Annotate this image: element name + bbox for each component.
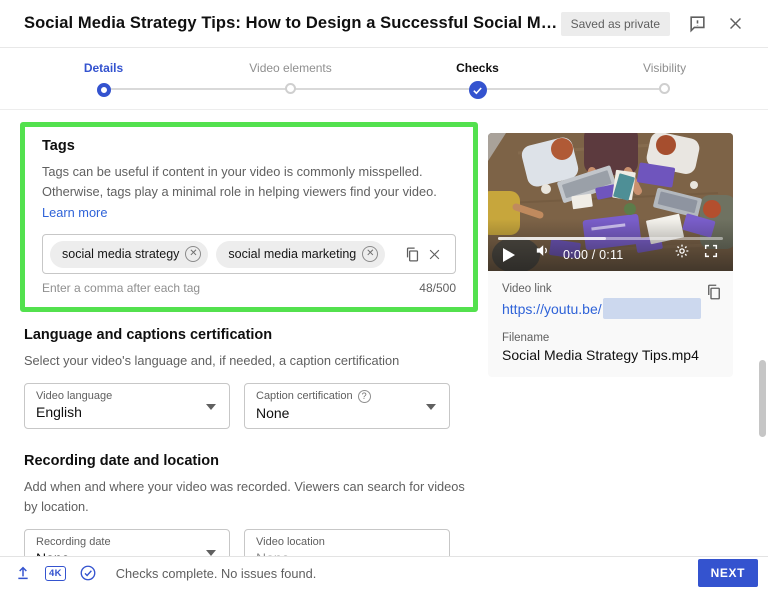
language-heading: Language and captions certification <box>24 327 273 344</box>
close-icon[interactable] <box>724 13 746 35</box>
tags-char-counter: 48/500 <box>419 281 456 296</box>
redacted-video-id <box>602 298 701 319</box>
tag-chip: social media strategy ✕ <box>50 240 209 268</box>
caption-certification-value: None <box>256 404 290 421</box>
video-preview-panel: 0:00 / 0:11 Video link https://youtu.be/ <box>488 133 733 377</box>
player-controls: 0:00 / 0:11 <box>488 240 733 271</box>
language-section: Language and captions certification Sele… <box>24 327 478 429</box>
tags-description-text: Tags can be useful if content in your vi… <box>42 164 437 200</box>
remove-tag-icon[interactable]: ✕ <box>362 246 379 263</box>
video-location-label: Video location <box>256 535 325 548</box>
step-dot-done <box>96 83 111 97</box>
player-time: 0:00 / 0:11 <box>563 248 624 262</box>
language-subtext: Select your video's language and, if nee… <box>24 353 400 369</box>
tag-chip-label: social media marketing <box>228 247 357 262</box>
help-icon[interactable]: ? <box>357 389 371 403</box>
step-label: Checks <box>456 61 499 75</box>
step-details[interactable]: Details <box>10 48 197 109</box>
play-icon[interactable] <box>503 248 515 262</box>
upload-stepper: Details Video elements Checks Visibility <box>0 48 768 110</box>
copy-tags-icon[interactable] <box>401 243 423 265</box>
video-location-input[interactable]: Video location None <box>244 528 450 556</box>
chevron-down-icon <box>206 403 216 410</box>
tags-hint: Enter a comma after each tag <box>42 281 201 296</box>
tags-description: Tags can be useful if content in your vi… <box>42 162 456 223</box>
saved-status-badge: Saved as private <box>560 11 670 36</box>
next-button[interactable]: NEXT <box>697 559 758 587</box>
filename-label: Filename <box>502 332 550 344</box>
step-video-elements[interactable]: Video elements <box>197 48 384 109</box>
step-dot-upcoming <box>285 83 296 94</box>
step-dot-current <box>468 81 487 99</box>
video-info: Video link https://youtu.be/ Filename So… <box>488 271 733 377</box>
step-label: Visibility <box>642 61 687 75</box>
caption-certification-label: Caption certification <box>256 390 353 403</box>
fullscreen-icon[interactable] <box>703 243 719 264</box>
checks-status-text: Checks complete. No issues found. <box>115 565 317 581</box>
tag-chip: social media marketing ✕ <box>216 240 386 268</box>
footer-bar: 4K Checks complete. No issues found. NEX… <box>0 556 768 589</box>
tags-heading: Tags <box>42 138 75 154</box>
clear-tags-icon[interactable] <box>423 243 445 265</box>
check-icon <box>473 86 482 94</box>
filename-value: Social Media Strategy Tips.mp4 <box>502 347 699 363</box>
scrollbar[interactable] <box>759 360 766 437</box>
recording-date-label: Recording date <box>36 535 111 548</box>
video-language-value: English <box>36 403 82 420</box>
recording-section: Recording date and location Add when and… <box>24 453 478 556</box>
stepper-line <box>107 88 659 90</box>
step-checks[interactable]: Checks <box>384 48 571 109</box>
tags-input[interactable]: social media strategy ✕ social media mar… <box>42 234 456 275</box>
step-label: Details <box>83 61 124 75</box>
tags-section-highlighted: Tags Tags can be useful if content in yo… <box>20 122 478 313</box>
step-label: Video elements <box>249 61 332 75</box>
learn-more-link[interactable]: Learn more <box>42 205 107 220</box>
video-language-select[interactable]: Video language English <box>24 382 230 429</box>
dialog-header: Social Media Strategy Tips: How to Desig… <box>0 0 768 48</box>
copy-link-icon[interactable] <box>705 283 723 306</box>
feedback-icon[interactable] <box>686 13 708 35</box>
settings-gear-icon[interactable] <box>674 243 690 264</box>
recording-heading: Recording date and location <box>24 452 219 469</box>
hd-processing-icon: 4K <box>45 565 66 581</box>
video-player[interactable]: 0:00 / 0:11 <box>488 133 733 271</box>
video-language-label: Video language <box>36 389 113 402</box>
checks-page-content: Tags Tags can be useful if content in yo… <box>0 110 768 556</box>
chevron-down-icon <box>206 549 216 556</box>
video-link-label: Video link <box>502 283 552 295</box>
video-url-link[interactable]: https://youtu.be/ <box>502 301 602 317</box>
video-title: Social Media Strategy Tips: How to Desig… <box>24 14 561 32</box>
remove-tag-icon[interactable]: ✕ <box>185 246 202 263</box>
caption-certification-select[interactable]: Caption certification ? None <box>244 382 450 429</box>
checks-done-icon <box>77 562 99 584</box>
recording-date-select[interactable]: Recording date None <box>24 528 230 556</box>
volume-icon[interactable] <box>534 242 551 264</box>
step-dot-upcoming <box>659 83 670 94</box>
recording-subtext: Add when and where your video was record… <box>24 478 465 515</box>
step-visibility[interactable]: Visibility <box>571 48 758 109</box>
chevron-down-icon <box>426 403 436 410</box>
upload-status-icon <box>12 562 34 584</box>
tag-chip-label: social media strategy <box>62 247 180 262</box>
